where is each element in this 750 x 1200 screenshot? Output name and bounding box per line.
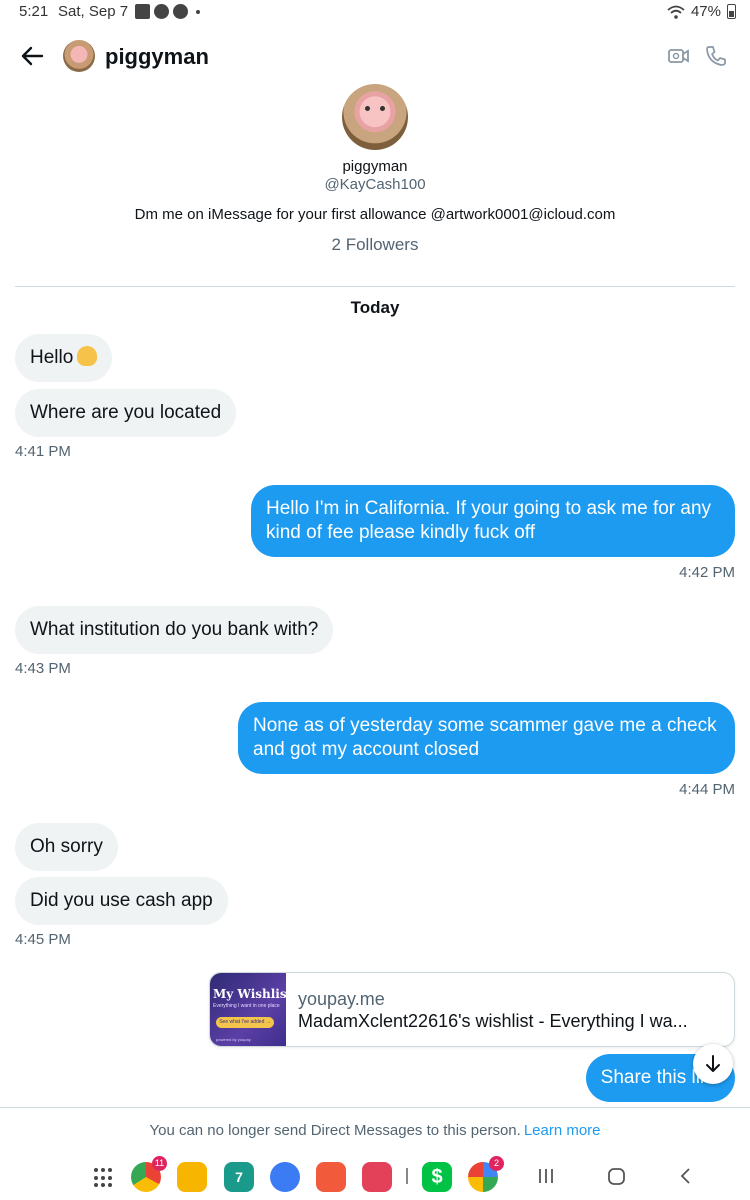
learn-more-link[interactable]: Learn more [524, 1122, 601, 1139]
day-label: Today [350, 298, 400, 317]
gallery-notification-icon [135, 4, 150, 19]
message-incoming[interactable]: Where are you located [15, 389, 237, 437]
header-avatar[interactable] [63, 40, 95, 72]
message-text: Hello [30, 347, 74, 368]
cash-app-icon[interactable]: $ [422, 1162, 452, 1192]
wifi-icon [667, 5, 685, 19]
message-text: Oh sorry [30, 836, 103, 857]
recent-apps-icon[interactable] [537, 1165, 555, 1187]
link-domain: youpay.me [298, 989, 385, 1009]
divider [15, 286, 735, 287]
android-dock: 11 7 $ 2 [0, 1156, 750, 1200]
status-time: 5:21 [19, 3, 49, 20]
profile-bio: Dm me on iMessage for your first allowan… [134, 206, 616, 223]
dock-separator [406, 1168, 408, 1184]
waving-hand-icon [77, 346, 98, 366]
message-incoming[interactable]: What institution do you bank with? [15, 606, 334, 654]
dm-restricted-notice: You can no longer send Direct Messages t… [0, 1122, 750, 1139]
message-text: What institution do you bank with? [30, 619, 319, 640]
chrome-notification-icon [154, 4, 169, 19]
files-app-icon[interactable] [177, 1162, 207, 1192]
thumbnail-title: My Wishlist [213, 987, 293, 1001]
more-notifications-dot-icon [196, 9, 200, 14]
battery-icon [727, 4, 736, 19]
message-timestamp: 4:45 PM [15, 931, 71, 948]
divider [0, 1107, 750, 1108]
calendar-day: 7 [235, 1169, 243, 1185]
message-timestamp: 4:43 PM [15, 660, 71, 677]
message-timestamp: 4:41 PM [15, 443, 71, 460]
status-bar: 5:21 Sat, Sep 7 47% [0, 0, 750, 26]
message-outgoing[interactable]: Hello I'm in California. If your going t… [251, 485, 735, 557]
thumbnail-powered-by: powered by youpay [216, 1037, 251, 1042]
battery-percent: 47% [690, 3, 721, 20]
link-title: MadamXclent22616's wishlist - Everything… [298, 1011, 688, 1031]
arrow-down-icon [706, 1055, 720, 1072]
notice-text: You can no longer send Direct Messages t… [149, 1122, 521, 1139]
calendar-app-icon[interactable]: 7 [224, 1162, 254, 1192]
chrome-badge: 11 [152, 1156, 167, 1171]
back-nav-icon[interactable] [677, 1165, 695, 1187]
screen-recorder-app-icon[interactable] [362, 1162, 392, 1192]
home-icon[interactable] [606, 1165, 628, 1187]
message-timestamp: 4:44 PM [679, 781, 735, 798]
phone-call-icon[interactable] [704, 44, 728, 68]
profile-followers[interactable]: 2 Followers [0, 235, 750, 255]
message-text: None as of yesterday some scammer gave m… [253, 715, 717, 736]
message-text: Where are you located [30, 402, 222, 423]
message-text: Hello I'm in California. If your going t… [266, 498, 712, 519]
contacts-app-icon[interactable] [316, 1162, 346, 1192]
google-app-icon[interactable]: 2 [468, 1156, 504, 1192]
message-outgoing[interactable]: None as of yesterday some scammer gave m… [238, 702, 735, 774]
back-arrow-icon[interactable] [18, 42, 46, 70]
conversation-header: piggyman [0, 36, 750, 80]
message-timestamp: 4:42 PM [679, 564, 735, 581]
link-preview-card[interactable]: My Wishlist Everything I want in one pla… [209, 972, 735, 1047]
app-drawer-icon[interactable] [94, 1168, 114, 1188]
thumbnail-subtitle: Everything I want in one place [213, 1003, 280, 1009]
header-username[interactable]: piggyman [105, 44, 209, 70]
profile-summary: piggyman @KayCash100 Dm me on iMessage f… [0, 84, 750, 255]
profile-handle: @KayCash100 [324, 176, 426, 193]
message-text: kind of fee please kindly fuck off [266, 522, 535, 543]
link-thumbnail: My Wishlist Everything I want in one pla… [210, 973, 292, 1046]
message-incoming[interactable]: Did you use cash app [15, 877, 228, 925]
message-text: and got my account closed [253, 739, 480, 760]
chrome-app-icon[interactable]: 11 [131, 1156, 167, 1192]
video-call-icon[interactable] [667, 45, 691, 67]
message-incoming[interactable]: Hello [15, 334, 113, 382]
message-incoming[interactable]: Oh sorry [15, 823, 118, 871]
status-right: 47% [667, 3, 736, 20]
profile-name: piggyman [342, 158, 408, 175]
status-date: Sat, Sep 7 [58, 3, 129, 20]
chrome-notification-icon-2 [173, 4, 188, 19]
scroll-to-bottom-button[interactable] [693, 1044, 733, 1084]
google-badge: 2 [489, 1156, 504, 1171]
message-text: Did you use cash app [30, 890, 213, 911]
thumbnail-button: See what I've added → [216, 1017, 274, 1028]
notification-icons [135, 4, 200, 19]
messages-app-icon[interactable] [270, 1162, 300, 1192]
profile-avatar[interactable] [342, 84, 408, 150]
